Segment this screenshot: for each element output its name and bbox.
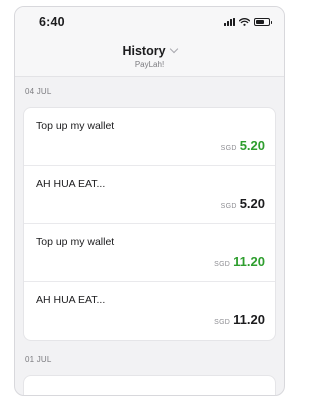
amount-value: 11.20 — [233, 312, 265, 327]
status-bar: 6:40 — [15, 7, 284, 37]
history-title-dropdown[interactable]: History — [122, 44, 178, 58]
transaction-title: AH HUA EAT... — [36, 178, 106, 190]
transaction-group — [23, 375, 276, 395]
amount-value: 11.20 — [233, 254, 265, 269]
battery-icon — [254, 18, 272, 26]
currency-label: SGD — [220, 203, 237, 210]
chevron-down-icon — [169, 44, 178, 54]
currency-label: SGD — [220, 145, 237, 152]
transaction-amount: SGD 5.20 — [221, 138, 265, 153]
transaction-row[interactable]: AH HUA EAT... SGD 5.20 — [24, 166, 275, 224]
section-date-label: 01 JUL — [25, 355, 52, 364]
section-date-label: 04 JUL — [25, 87, 52, 96]
transaction-title: Top up my wallet — [36, 236, 115, 248]
status-icons — [224, 18, 272, 26]
amount-value: 5.20 — [239, 196, 265, 211]
nav-header: History PayLah! — [15, 37, 284, 77]
signal-icon — [224, 18, 235, 26]
page-title: History — [122, 44, 166, 58]
amount-value: 5.20 — [239, 138, 265, 153]
phone-screen: 6:40 History PayLah! 04 JUL Top up my wa… — [14, 6, 285, 396]
transaction-amount: SGD 11.20 — [214, 254, 265, 269]
transaction-row[interactable]: Top up my wallet SGD 5.20 — [24, 108, 275, 166]
status-time: 6:40 — [39, 15, 65, 29]
transaction-amount: SGD 5.20 — [221, 196, 265, 211]
transaction-amount: SGD 11.20 — [214, 312, 265, 327]
transaction-group: Top up my wallet SGD 5.20 AH HUA EAT... … — [23, 107, 276, 341]
page-subtitle: PayLah! — [134, 60, 165, 69]
currency-label: SGD — [214, 261, 231, 268]
transaction-row[interactable]: AH HUA EAT... SGD 11.20 — [24, 282, 275, 340]
wifi-icon — [239, 18, 250, 26]
currency-label: SGD — [214, 319, 231, 326]
transaction-title: AH HUA EAT... — [36, 294, 106, 306]
transaction-row[interactable]: Top up my wallet SGD 11.20 — [24, 224, 275, 282]
transaction-title: Top up my wallet — [36, 120, 115, 132]
